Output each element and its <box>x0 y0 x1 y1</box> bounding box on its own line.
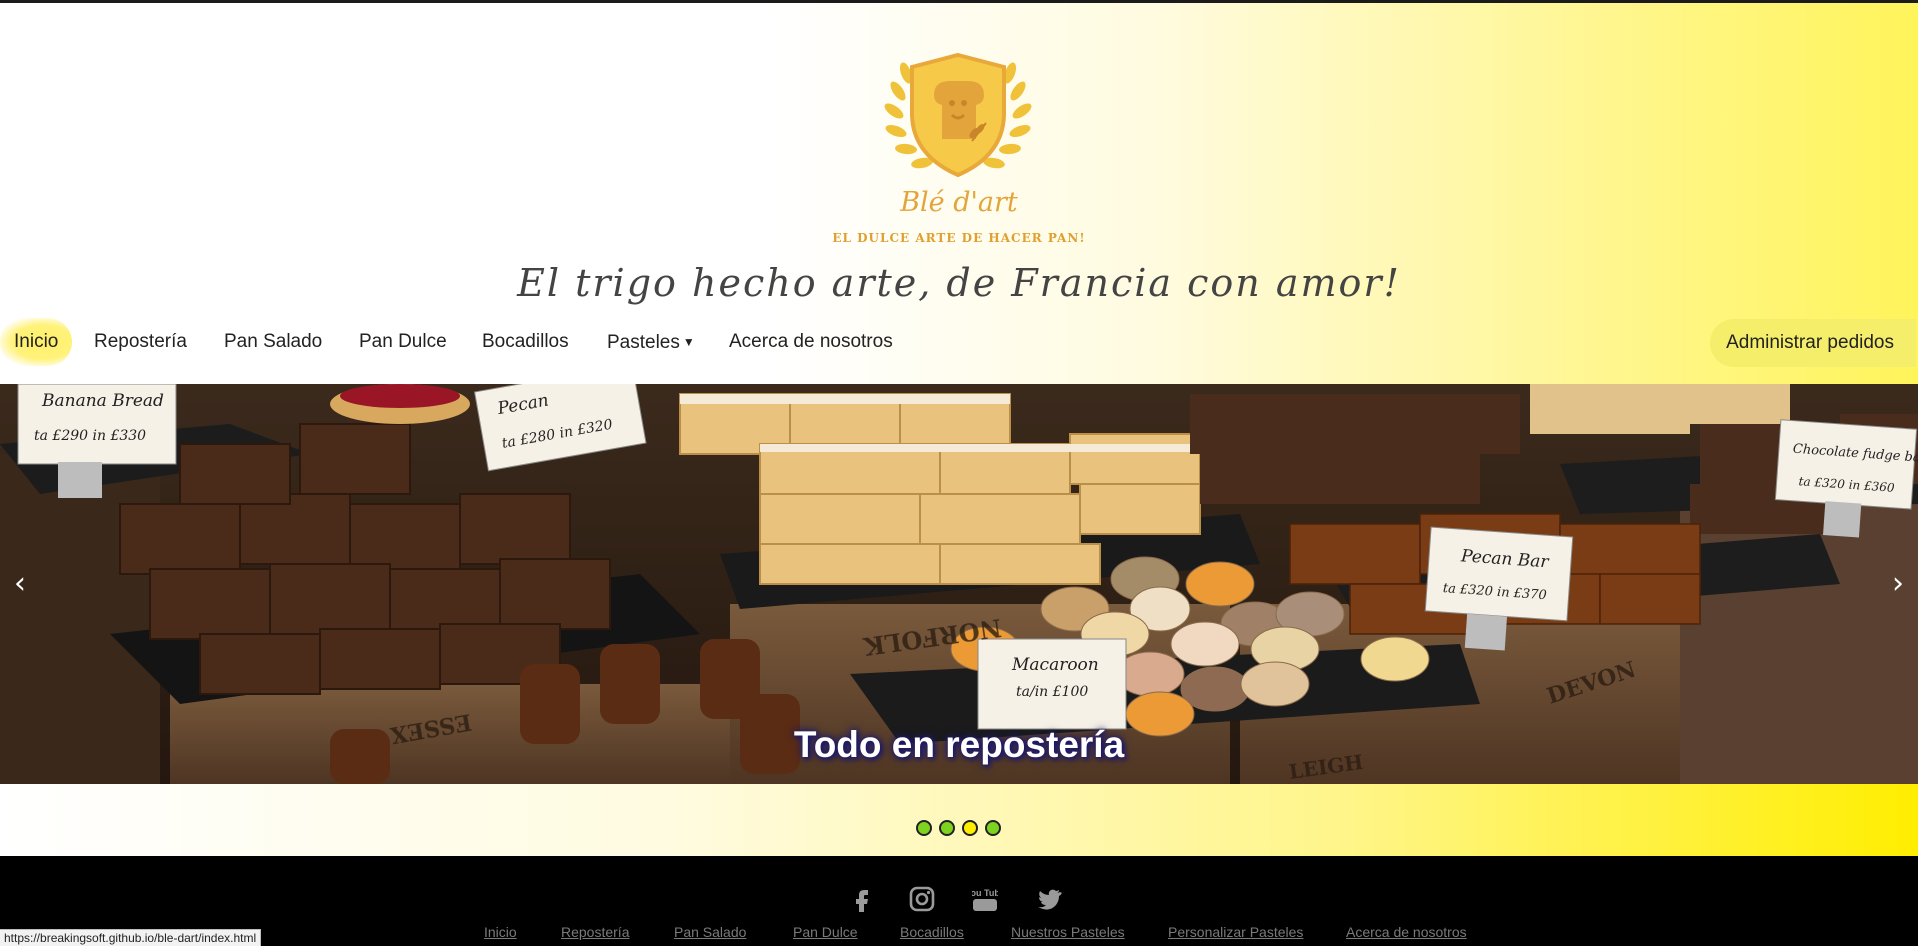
admin-orders-button[interactable]: Administrar pedidos <box>1710 319 1916 367</box>
logo-icon[interactable] <box>868 43 1048 193</box>
nav-item-reposteria[interactable]: Repostería <box>94 318 187 366</box>
nav-item-label: Pasteles <box>607 332 680 353</box>
nav-item-pan-salado[interactable]: Pan Salado <box>224 318 322 366</box>
chevron-right-icon[interactable]: › <box>1878 556 1918 612</box>
carousel-caption: Todo en repostería <box>793 724 1125 765</box>
footer-link-acerca[interactable]: Acerca de nosotros <box>1346 924 1467 940</box>
tagline: El trigo hecho arte, de Francia con amor… <box>517 261 1401 305</box>
footer-link-bocadillos[interactable]: Bocadillos <box>900 924 964 940</box>
nav-item-pasteles[interactable]: Pasteles ▼ <box>607 318 695 366</box>
main-nav: Inicio Repostería Pan Salado Pan Dulce B… <box>0 318 1918 366</box>
nav-item-pan-dulce[interactable]: Pan Dulce <box>359 318 447 366</box>
brand-subtitle: EL DULCE ARTE DE HACER PAN! <box>832 231 1086 245</box>
caret-down-icon: ▼ <box>682 335 695 349</box>
footer-link-nuestros-pasteles[interactable]: Nuestros Pasteles <box>1011 924 1125 940</box>
footer-link-personalizar-pasteles[interactable]: Personalizar Pasteles <box>1168 924 1303 940</box>
site-header: Blé d'art EL DULCE ARTE DE HACER PAN! El… <box>0 0 1918 384</box>
svg-text:You Tube: You Tube <box>972 888 998 898</box>
price-tag: Macaroon ta/in £100 <box>977 638 1127 730</box>
price-tag-prices: ta/in £100 <box>1016 684 1088 700</box>
nav-item-inicio[interactable]: Inicio <box>0 318 73 366</box>
carousel-indicator-strip <box>0 784 1918 856</box>
youtube-icon[interactable]: You Tube <box>972 886 998 912</box>
footer-link-reposteria[interactable]: Repostería <box>561 924 629 940</box>
footer-link-inicio[interactable]: Inicio <box>484 924 517 940</box>
price-tag-prices: ta £290 in £330 <box>34 428 146 444</box>
carousel-indicator-3[interactable] <box>962 820 978 836</box>
carousel-indicator-1[interactable] <box>916 820 932 836</box>
nav-item-acerca[interactable]: Acerca de nosotros <box>729 318 893 366</box>
price-tag-title: Banana Bread <box>41 391 164 411</box>
carousel-indicator-4[interactable] <box>985 820 1001 836</box>
price-tag-title: Macaroon <box>1011 655 1099 675</box>
footer-link-pan-dulce[interactable]: Pan Dulce <box>793 924 858 940</box>
status-bar-url: https://breakingsoft.github.io/ble-dart/… <box>0 929 262 946</box>
footer-link-pan-salado[interactable]: Pan Salado <box>674 924 746 940</box>
carousel: Banana Bread ta £290 in £330 Pecan ta £2… <box>0 384 1918 784</box>
facebook-icon[interactable] <box>849 886 875 912</box>
twitter-icon[interactable] <box>1036 886 1062 912</box>
chevron-left-icon[interactable]: ‹ <box>0 556 40 612</box>
brand-name: Blé d'art <box>900 187 1018 218</box>
nav-item-bocadillos[interactable]: Bocadillos <box>482 318 569 366</box>
page: Blé d'art EL DULCE ARTE DE HACER PAN! El… <box>0 0 1918 946</box>
site-footer: You Tube Inicio Repostería Pan Salado Pa… <box>0 856 1918 946</box>
carousel-indicator-2[interactable] <box>939 820 955 836</box>
instagram-icon[interactable] <box>909 886 935 912</box>
